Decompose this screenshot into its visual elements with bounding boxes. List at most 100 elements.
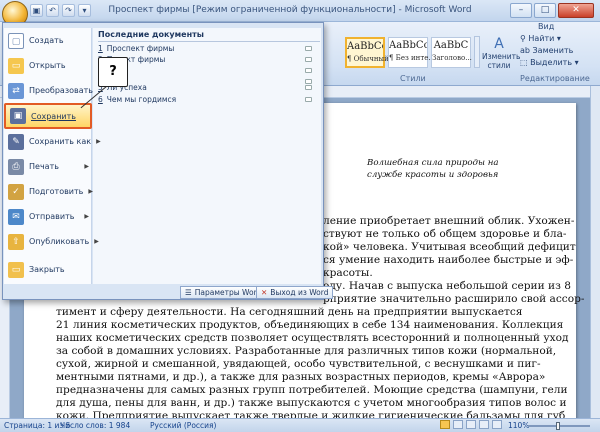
web-layout-icon[interactable] (466, 420, 476, 429)
menu-item-save-as[interactable]: ✎ Сохранить как ▶ (4, 129, 101, 154)
paragraph-line: ление приобретает внешний облик. Ухожен- (323, 215, 575, 227)
word-options-button[interactable]: ☰ Параметры Word (180, 286, 267, 299)
open-folder-icon: ▭ (8, 57, 24, 74)
select-button[interactable]: ⬚ Выделить ▾ (520, 58, 579, 67)
menu-item-label: Опубликовать (29, 237, 90, 246)
recent-name: Проспект фирмы (106, 44, 175, 53)
paragraph-line: наших косметических средств позволяет ос… (56, 332, 569, 344)
pin-icon[interactable] (305, 68, 312, 73)
menu-item-label: Отправить (29, 212, 75, 221)
minimize-button[interactable]: – (510, 3, 532, 18)
style-preview: AaBbCcI (389, 40, 427, 51)
select-label: Выделить (530, 58, 573, 67)
paragraph-line: ствуют не только об общем здоровье и бла… (323, 228, 567, 240)
recent-document-item[interactable]: 3 (98, 66, 320, 77)
change-styles-icon: A (494, 36, 504, 52)
menu-item-open[interactable]: ▭ Открыть (4, 53, 92, 78)
paragraph-line: ментными пятнами, и др.), а также для ра… (56, 371, 546, 383)
menu-item-close[interactable]: ▭ Закрыть (4, 257, 92, 282)
menu-item-label: Сохранить как (29, 137, 92, 146)
replace-label: Заменить (532, 46, 574, 55)
menu-item-label: Открыть (29, 61, 66, 70)
menu-item-print[interactable]: ⎙ Печать ▶ (4, 154, 92, 179)
paragraph-line: для душа, пены для ванн, и др.) также вы… (56, 397, 567, 409)
select-icon: ⬚ (520, 58, 531, 67)
document-heading-line2: службе красоты и здоровья (367, 170, 499, 180)
menu-item-label: Преобразовать (29, 86, 93, 95)
close-button[interactable]: ✕ (558, 3, 594, 18)
menu-item-new[interactable]: ▢ Создать (4, 28, 92, 53)
style-preview: AaBbC (433, 40, 469, 51)
recent-document-item[interactable]: 5 Ли успеха (98, 83, 320, 94)
zoom-level[interactable]: 110% (508, 421, 529, 430)
recent-document-item[interactable]: 6 Чем мы гордимся (98, 95, 320, 106)
paragraph-line: сухой, жирной и смешанной, увядающей, ос… (56, 358, 541, 370)
prepare-icon: ✓ (8, 183, 24, 200)
paragraph-line: предназначены для самых разных групп пот… (56, 384, 568, 396)
full-screen-reading-icon[interactable] (453, 420, 463, 429)
recent-divider (98, 41, 320, 42)
pin-icon[interactable] (305, 85, 312, 90)
paragraph-line: рприятие значительно расширило свой ассо… (323, 293, 585, 305)
menu-item-convert[interactable]: ⇄ Преобразовать (4, 78, 93, 103)
maximize-button[interactable]: □ (534, 3, 556, 18)
change-styles-label: Изменить стили (482, 52, 521, 70)
status-language[interactable]: Русский (Россия) (150, 421, 216, 430)
change-styles-button[interactable]: A Изменить стили (482, 36, 521, 70)
style-heading[interactable]: AaBbC Заголово... (431, 37, 472, 68)
group-styles-label: Стили (400, 74, 426, 83)
vertical-scrollbar[interactable] (590, 86, 600, 418)
exit-word-button[interactable]: ✕ Выход из Word (256, 286, 334, 299)
view-buttons (440, 420, 502, 429)
print-icon: ⎙ (8, 158, 24, 175)
group-editing-label: Редактирование (520, 74, 590, 83)
exit-icon: ✕ (261, 288, 268, 297)
print-layout-icon[interactable] (440, 420, 450, 429)
new-document-icon: ▢ (8, 32, 24, 49)
close-document-icon: ▭ (8, 261, 24, 278)
recent-number: 6 (98, 95, 103, 104)
undo-icon[interactable]: ↶ (46, 4, 59, 17)
find-button[interactable]: ⚲ Найти ▾ (520, 34, 561, 43)
save-icon[interactable]: ▣ (30, 4, 43, 17)
menu-item-save[interactable]: ▣ Сохранить (4, 103, 92, 129)
paragraph-line: оду. Начав с выпуска небольшой серии из … (323, 280, 571, 292)
exit-word-label: Выход из Word (270, 288, 329, 297)
paragraph-line: ся умение находить наиболее быстрые и эф… (323, 254, 574, 266)
recent-name: Чем мы гордимся (106, 95, 177, 104)
paragraph-line: кой» человека. Учитывая всеобщий дефицит (323, 241, 576, 253)
recent-document-item[interactable]: 1 Проспект фирмы (98, 44, 320, 55)
pin-icon[interactable] (305, 57, 312, 62)
zoom-slider-thumb[interactable] (556, 422, 560, 430)
redo-icon[interactable]: ↷ (62, 4, 75, 17)
recent-documents-header: Последние документы (98, 30, 204, 39)
save-icon: ▣ (10, 108, 26, 124)
status-word-count[interactable]: Число слов: 1 984 (60, 421, 130, 430)
submenu-arrow-icon: ▶ (88, 188, 94, 195)
menu-item-publish[interactable]: ⇧ Опубликовать ▶ (4, 229, 99, 254)
pin-icon[interactable] (305, 46, 312, 51)
menu-item-send[interactable]: ✉ Отправить ▶ (4, 204, 92, 229)
options-icon: ☰ (185, 288, 192, 297)
word-options-label: Параметры Word (194, 288, 262, 297)
menu-item-prepare[interactable]: ✓ Подготовить ▶ (4, 179, 94, 204)
window-title: Проспект фирмы [Режим ограниченной функц… (108, 5, 472, 15)
style-normal[interactable]: AaBbCcI ¶ Обычный (345, 37, 389, 68)
replace-button[interactable]: ab Заменить (520, 46, 573, 55)
submenu-arrow-icon: ▶ (96, 138, 101, 145)
draft-icon[interactable] (492, 420, 502, 429)
pin-icon[interactable] (305, 97, 312, 102)
menu-item-label: Сохранить (31, 111, 76, 121)
find-label: Найти (528, 34, 555, 43)
outline-icon[interactable] (479, 420, 489, 429)
submenu-arrow-icon: ▶ (84, 213, 89, 220)
send-icon: ✉ (8, 208, 24, 225)
recent-document-item[interactable]: 2Проект фирмы (98, 55, 320, 66)
help-callout: ? (98, 57, 128, 87)
style-no-spacing[interactable]: AaBbCcI ¶ Без инте... (388, 37, 436, 68)
styles-scroll[interactable] (474, 36, 480, 68)
style-name: ¶ Обычный (347, 55, 389, 63)
publish-icon: ⇧ (8, 233, 24, 250)
style-preview: AaBbCcI (347, 41, 383, 52)
style-name: ¶ Без инте... (389, 54, 436, 62)
